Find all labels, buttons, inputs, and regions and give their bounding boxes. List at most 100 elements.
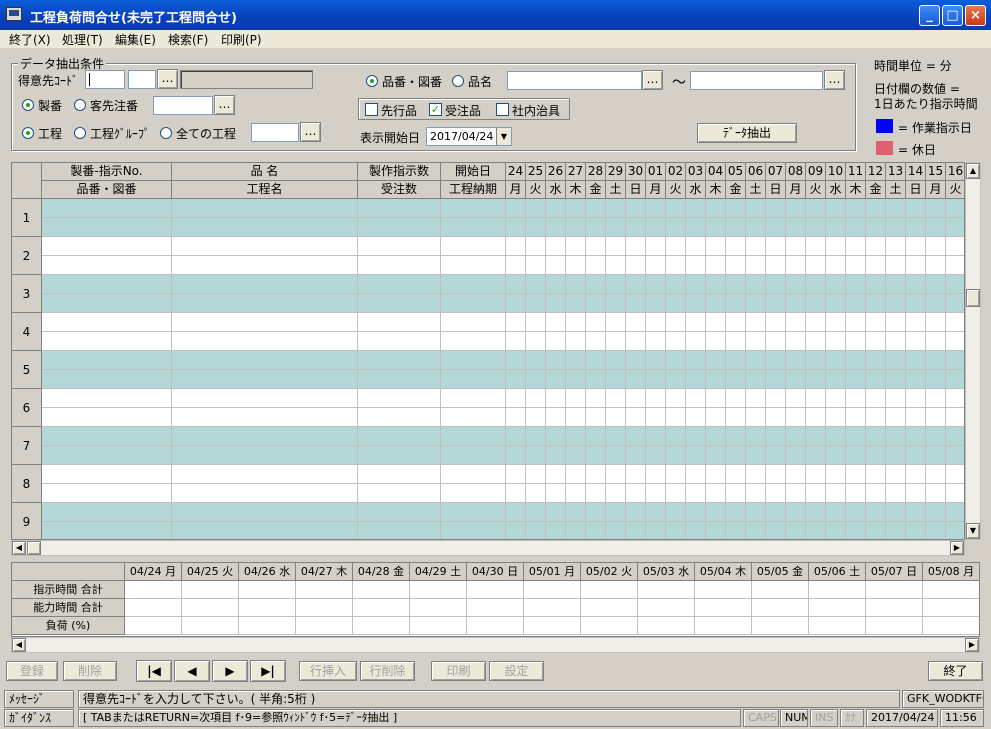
day-cell[interactable] bbox=[766, 408, 786, 427]
day-cell[interactable] bbox=[826, 275, 846, 294]
summary-cell[interactable] bbox=[467, 581, 524, 599]
day-cell[interactable] bbox=[506, 427, 526, 446]
day-cell[interactable] bbox=[706, 427, 726, 446]
day-cell[interactable] bbox=[706, 484, 726, 503]
day-cell[interactable] bbox=[846, 503, 866, 522]
day-cell[interactable] bbox=[506, 332, 526, 351]
part-to-lookup-button[interactable]: … bbox=[824, 70, 845, 90]
day-cell[interactable] bbox=[926, 446, 946, 465]
day-cell[interactable] bbox=[686, 370, 706, 389]
day-cell[interactable] bbox=[746, 332, 766, 351]
summary-cell[interactable] bbox=[410, 581, 467, 599]
day-cell[interactable] bbox=[806, 313, 826, 332]
summary-cell[interactable] bbox=[524, 581, 581, 599]
summary-cell[interactable] bbox=[239, 617, 296, 635]
day-cell[interactable] bbox=[506, 370, 526, 389]
day-cell[interactable] bbox=[826, 370, 846, 389]
menu-edit[interactable]: 編集(E) bbox=[115, 31, 156, 48]
day-cell[interactable] bbox=[866, 256, 886, 275]
day-cell[interactable] bbox=[926, 484, 946, 503]
day-cell[interactable] bbox=[586, 294, 606, 313]
radio-part-name[interactable] bbox=[452, 75, 464, 87]
day-cell[interactable] bbox=[666, 218, 686, 237]
grid-cell[interactable] bbox=[172, 237, 358, 256]
day-cell[interactable] bbox=[846, 408, 866, 427]
day-cell[interactable] bbox=[926, 351, 946, 370]
grid-cell[interactable] bbox=[441, 218, 506, 237]
day-cell[interactable] bbox=[546, 294, 566, 313]
table-row[interactable] bbox=[42, 199, 964, 237]
day-cell[interactable] bbox=[566, 218, 586, 237]
grid-cell[interactable] bbox=[358, 408, 441, 427]
summary-cell[interactable] bbox=[923, 599, 979, 617]
day-cell[interactable] bbox=[586, 484, 606, 503]
day-cell[interactable] bbox=[926, 465, 946, 484]
day-cell[interactable] bbox=[806, 256, 826, 275]
print-button[interactable]: 印刷 bbox=[431, 661, 486, 681]
day-cell[interactable] bbox=[566, 446, 586, 465]
process-lookup-button[interactable]: … bbox=[300, 122, 321, 142]
day-cell[interactable] bbox=[786, 446, 806, 465]
day-cell[interactable] bbox=[586, 256, 606, 275]
day-cell[interactable] bbox=[646, 294, 666, 313]
day-cell[interactable] bbox=[686, 199, 706, 218]
day-cell[interactable] bbox=[806, 199, 826, 218]
row-header[interactable]: 4 bbox=[12, 313, 42, 351]
day-cell[interactable] bbox=[906, 503, 926, 522]
day-cell[interactable] bbox=[946, 313, 964, 332]
day-cell[interactable] bbox=[706, 218, 726, 237]
scroll-right-icon[interactable]: ▶ bbox=[950, 541, 964, 555]
day-cell[interactable] bbox=[846, 218, 866, 237]
summary-cell[interactable] bbox=[182, 617, 239, 635]
row-header[interactable]: 9 bbox=[12, 503, 42, 539]
summary-cell[interactable] bbox=[467, 599, 524, 617]
summary-cell[interactable] bbox=[923, 581, 979, 599]
day-cell[interactable] bbox=[866, 465, 886, 484]
check-advance[interactable] bbox=[365, 103, 378, 116]
day-cell[interactable] bbox=[706, 408, 726, 427]
day-cell[interactable] bbox=[646, 389, 666, 408]
day-cell[interactable] bbox=[646, 351, 666, 370]
day-cell[interactable] bbox=[786, 275, 806, 294]
day-cell[interactable] bbox=[946, 503, 964, 522]
day-cell[interactable] bbox=[886, 275, 906, 294]
day-cell[interactable] bbox=[606, 389, 626, 408]
day-cell[interactable] bbox=[706, 294, 726, 313]
exit-button[interactable]: 終了 bbox=[928, 661, 983, 681]
day-cell[interactable] bbox=[586, 237, 606, 256]
day-cell[interactable] bbox=[646, 484, 666, 503]
day-cell[interactable] bbox=[586, 503, 606, 522]
day-cell[interactable] bbox=[526, 484, 546, 503]
day-cell[interactable] bbox=[946, 484, 964, 503]
day-cell[interactable] bbox=[566, 408, 586, 427]
day-cell[interactable] bbox=[726, 370, 746, 389]
day-cell[interactable] bbox=[566, 427, 586, 446]
day-cell[interactable] bbox=[906, 275, 926, 294]
summary-cell[interactable] bbox=[296, 617, 353, 635]
summary-scroll-right-icon[interactable]: ▶ bbox=[965, 638, 979, 652]
day-cell[interactable] bbox=[646, 332, 666, 351]
day-cell[interactable] bbox=[766, 503, 786, 522]
table-row[interactable] bbox=[42, 313, 964, 351]
day-cell[interactable] bbox=[666, 408, 686, 427]
day-cell[interactable] bbox=[926, 332, 946, 351]
insert-row-button[interactable]: 行挿入 bbox=[299, 661, 357, 681]
day-cell[interactable] bbox=[626, 446, 646, 465]
day-cell[interactable] bbox=[546, 370, 566, 389]
customer-branch-input[interactable] bbox=[128, 70, 156, 89]
grid-cell[interactable] bbox=[358, 351, 441, 370]
grid-cell[interactable] bbox=[42, 446, 172, 465]
day-cell[interactable] bbox=[806, 389, 826, 408]
day-cell[interactable] bbox=[686, 237, 706, 256]
day-cell[interactable] bbox=[906, 484, 926, 503]
day-cell[interactable] bbox=[786, 294, 806, 313]
day-cell[interactable] bbox=[606, 218, 626, 237]
day-cell[interactable] bbox=[846, 446, 866, 465]
day-cell[interactable] bbox=[866, 427, 886, 446]
day-cell[interactable] bbox=[846, 351, 866, 370]
day-cell[interactable] bbox=[766, 199, 786, 218]
grid-cell[interactable] bbox=[441, 237, 506, 256]
row-header[interactable]: 8 bbox=[12, 465, 42, 503]
summary-cell[interactable] bbox=[638, 599, 695, 617]
day-cell[interactable] bbox=[806, 218, 826, 237]
